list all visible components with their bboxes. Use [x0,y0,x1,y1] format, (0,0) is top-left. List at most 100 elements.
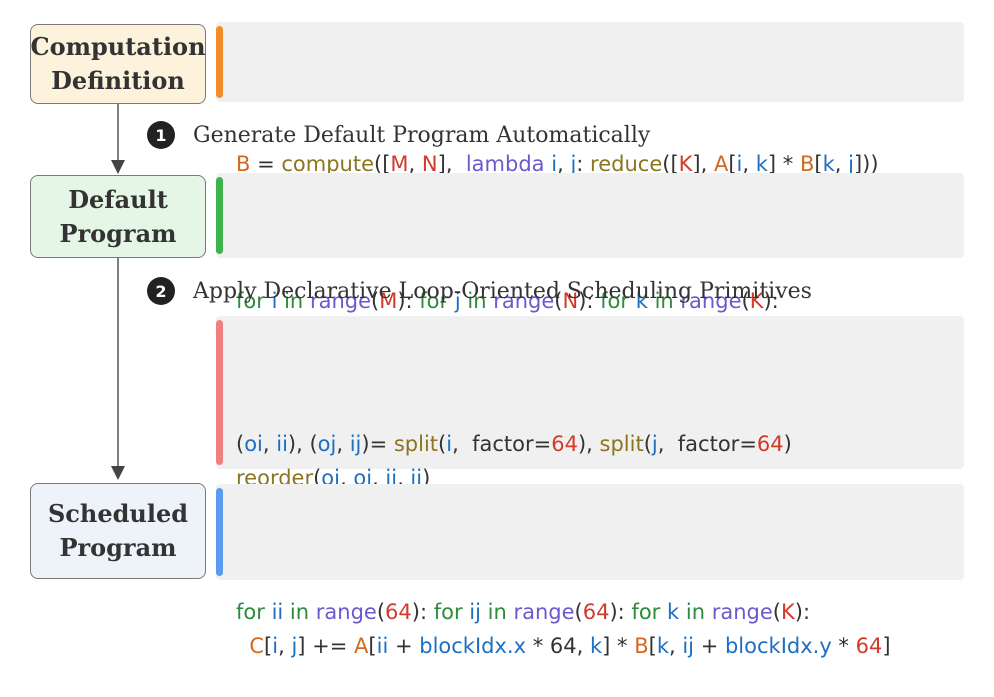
code-token: + [388,634,420,658]
code-token: ): [794,600,811,624]
step-1: 1 Generate Default Program Automatically [147,121,650,149]
code-token: k [656,634,669,658]
code-token: range [711,600,773,624]
code-token: ), ( [287,432,318,456]
code-token: 64 [855,634,883,658]
code-token: blockIdx.x [419,634,527,658]
code-token: ] [882,634,891,658]
scheduled-code-line: for ii in range(64): for ij in range(64)… [236,595,964,629]
code-token: + [694,634,725,658]
code-token: * [526,634,550,658]
code-token: range [315,600,377,624]
code-token: ( [574,600,583,624]
code-token: ) [783,432,792,456]
code-token: K [780,600,795,624]
arrow-head-scheduled [111,466,125,480]
code-token: k [589,634,603,658]
code-token: , [576,634,590,658]
code-token: ii [276,432,288,456]
step-1-label: Generate Default Program Automatically [193,122,651,148]
code-token: range [513,600,575,624]
code-token: ] * [602,634,635,658]
scheduled-code-line: C[i, j] += A[ii + blockIdx.x * 64, k] * … [236,629,964,663]
code-token: in [289,600,310,624]
code-token: 64 [551,432,578,456]
code-token: ): [609,600,632,624]
step-2: 2 Apply Declarative Loop-Oriented Schedu… [147,277,812,305]
code-token: 64 [549,634,577,658]
scheduled-program-box: Scheduled Program [30,483,206,579]
schedule-code-line: (oi, ii), (oj, ij)= split(i, factor=64),… [236,427,964,461]
code-token: in [685,600,706,624]
code-token: split [393,432,439,456]
code-token: oj [317,432,337,456]
computation-box-line1: Computation [30,32,206,61]
code-token: ii [271,600,284,624]
default-code-panel: for i in range(M): for j in range(N): fo… [216,173,964,347]
code-token: 64 [756,432,784,456]
code-token: , [278,634,292,658]
computation-accent-bar [216,26,223,98]
code-token: ( [643,432,652,456]
default-program-box: Default Program [30,175,206,258]
code-token: ), [577,432,600,456]
scheduled-box-line2: Program [59,533,177,562]
step-1-badge: 1 [147,121,175,149]
schedule-code-panel: (oi, ii), (oj, ij)= split(i, factor=64),… [216,316,964,558]
code-token: for [236,600,265,624]
code-token: , [262,432,277,456]
code-token: [ [264,634,273,658]
code-token: ): [411,600,434,624]
scheduled-box-line1: Scheduled [47,499,189,528]
default-box-line1: Default [68,184,168,214]
scheduled-code: for ii in range(64): for ij in range(64)… [236,595,964,663]
code-token: [ [368,634,377,658]
code-token: ( [236,432,245,456]
step-2-label: Apply Declarative Loop-Oriented Scheduli… [193,278,812,304]
scheduled-code-panel: for ii in range(64): for ij in range(64)… [216,484,964,658]
computation-box-line2: Definition [51,66,185,95]
code-token: in [487,600,507,624]
code-token: [ [648,634,657,658]
code-token: A [354,634,369,658]
code-token: C [249,634,265,658]
code-token: ( [376,600,386,624]
code-token: for [631,600,661,624]
code-token: split [599,432,644,456]
code-token: , [336,432,350,456]
code-token: ij [349,432,362,456]
schedule-accent-bar [216,320,223,465]
scheduled-accent-bar [216,488,223,576]
code-token: 64 [582,600,610,624]
code-token: , [668,634,683,658]
code-token: )= [361,432,394,456]
code-token: blockIdx.y [724,634,832,658]
code-token: ij [469,600,481,624]
computation-definition-box: Computation Definition [30,24,206,104]
code-token: ii [376,634,389,658]
code-token: ( [772,600,781,624]
code-token: , factor= [657,432,757,456]
default-accent-bar [216,177,223,254]
code-token: oi [244,432,263,456]
code-token: * [831,634,856,658]
code-token: , factor= [452,432,552,456]
code-token: for [433,600,463,624]
code-token: B [634,634,649,658]
code-token: ij [682,634,695,658]
arrow-head-default [111,160,125,174]
code-token: k [667,600,680,624]
computation-code-panel: B = compute([M, N], lambda i, j: reduce(… [216,22,964,176]
code-token: 64 [385,600,412,624]
step-2-badge: 2 [147,277,175,305]
